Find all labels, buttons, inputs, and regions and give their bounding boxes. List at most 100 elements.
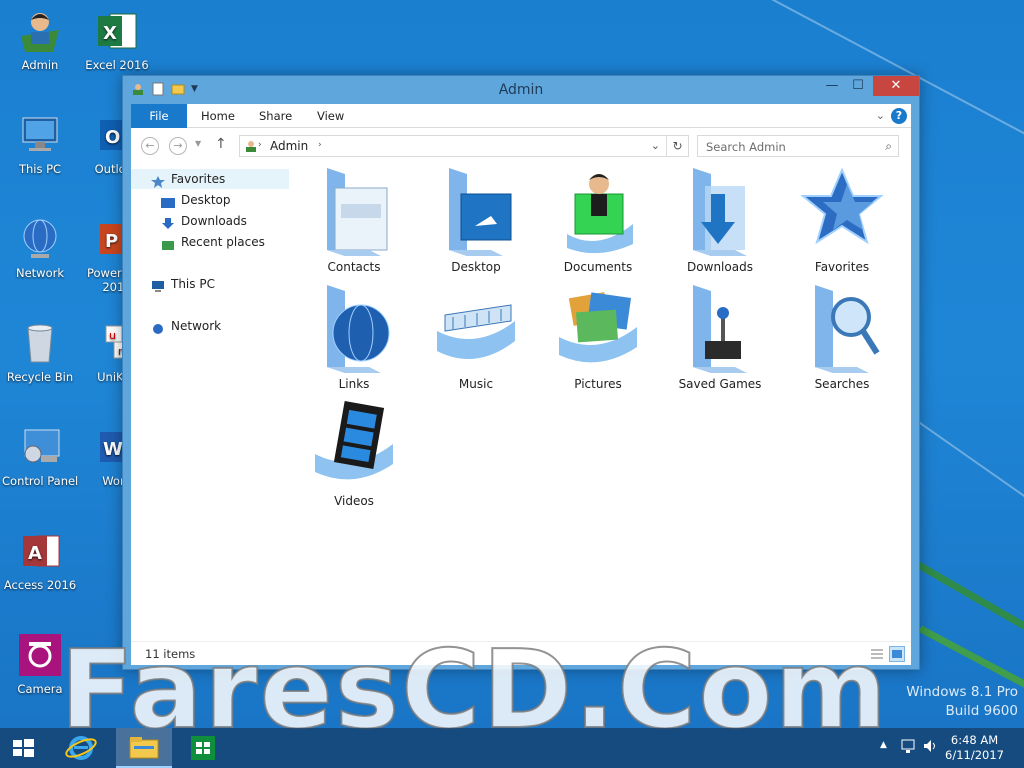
downloads-folder-icon [675, 164, 765, 258]
desktop-icon-network[interactable]: Network [2, 216, 78, 280]
taskbar: ▲ 6:48 AM 6/11/2017 [0, 728, 1024, 768]
tab-file[interactable]: File [131, 104, 187, 128]
folder-documents[interactable]: Documents [543, 164, 653, 274]
network-globe-icon [17, 216, 63, 262]
svg-text:W: W [103, 439, 123, 460]
nav-item-desktop[interactable]: Desktop [161, 190, 231, 210]
music-keyboard-icon [431, 281, 521, 375]
back-button[interactable]: ← [141, 137, 159, 155]
tab-share[interactable]: Share [259, 104, 292, 128]
search-input[interactable]: Search Admin ⌕ [697, 135, 899, 157]
chevron-right-icon[interactable]: › [318, 140, 322, 150]
internet-explorer-icon [65, 736, 97, 760]
folder-contacts[interactable]: Contacts [299, 164, 409, 274]
store-button[interactable] [180, 728, 226, 768]
nav-item-network[interactable]: Network [151, 316, 221, 336]
maximize-button[interactable]: ☐ [845, 76, 871, 96]
file-explorer-icon [129, 737, 159, 759]
os-version: Windows 8.1 Pro Build 9600 [906, 684, 1018, 719]
computer-icon [17, 112, 63, 158]
tab-view[interactable]: View [317, 104, 344, 128]
excel-icon: X [94, 8, 140, 54]
tab-home[interactable]: Home [201, 104, 235, 128]
svg-text:u: u [109, 329, 116, 342]
system-tray: ▲ 6:48 AM 6/11/2017 [864, 728, 1024, 768]
favorites-star-icon [797, 164, 887, 258]
folder-searches[interactable]: Searches [787, 281, 897, 391]
folder-pictures[interactable]: Pictures [543, 281, 653, 391]
desktop-icon [161, 195, 175, 208]
navigation-bar: ← → ▼ ↑ › Admin › ⌄ ↻ Search Admin ⌕ [131, 128, 911, 164]
documents-folder-icon [553, 164, 643, 258]
nav-item-downloads[interactable]: Downloads [161, 211, 247, 231]
title-bar[interactable]: ▼ Admin — ☐ ✕ [123, 76, 919, 104]
network-icon [151, 321, 165, 334]
up-button[interactable]: ↑ [215, 136, 227, 152]
search-icon[interactable]: ⌕ [885, 139, 892, 154]
folder-desktop[interactable]: Desktop [421, 164, 531, 274]
desktop-icon-recycle-bin[interactable]: Recycle Bin [2, 320, 78, 384]
nav-item-this-pc[interactable]: This PC [151, 274, 215, 294]
svg-text:X: X [103, 23, 117, 44]
explorer-window: ▼ Admin — ☐ ✕ File Home Share View ⌄ ? ←… [122, 75, 920, 670]
download-icon [161, 216, 175, 229]
content-area: Favorites Desktop Downloads Recent place… [131, 164, 911, 641]
address-dropdown-icon[interactable]: ⌄ [651, 139, 660, 152]
expand-ribbon-icon[interactable]: ⌄ [876, 109, 885, 122]
folder-saved-games[interactable]: Saved Games [665, 281, 775, 391]
computer-icon [151, 279, 165, 292]
star-icon [151, 174, 165, 188]
pictures-icon [553, 281, 643, 375]
forward-button[interactable]: → [169, 137, 187, 155]
window-title: Admin [498, 82, 544, 98]
folder-links[interactable]: Links [299, 281, 409, 391]
close-button[interactable]: ✕ [873, 76, 919, 96]
recent-locations-icon[interactable]: ▼ [195, 139, 201, 148]
store-icon [191, 736, 215, 760]
control-panel-icon [17, 424, 63, 470]
folder-music[interactable]: Music [421, 281, 531, 391]
volume-icon[interactable] [922, 738, 938, 757]
contacts-folder-icon [309, 164, 399, 258]
breadcrumb[interactable]: Admin [270, 139, 308, 153]
large-icons-view-button[interactable] [889, 646, 905, 662]
desktop-icon-control-panel[interactable]: Control Panel [2, 424, 78, 488]
folder-downloads[interactable]: Downloads [665, 164, 775, 274]
file-explorer-button[interactable] [116, 728, 172, 768]
help-icon[interactable]: ? [891, 108, 907, 124]
chevron-right-icon[interactable]: › [258, 140, 262, 150]
recent-places-icon [161, 237, 175, 250]
ribbon-tabs: File Home Share View ⌄ ? [131, 104, 911, 128]
folder-favorites[interactable]: Favorites [787, 164, 897, 274]
recycle-bin-icon [17, 320, 63, 366]
navigation-pane: Favorites Desktop Downloads Recent place… [131, 164, 289, 641]
start-button[interactable] [0, 728, 46, 768]
desktop-icon-access[interactable]: A Access 2016 [2, 528, 78, 592]
videos-filmstrip-icon [309, 398, 399, 492]
folder-videos[interactable]: Videos [299, 398, 409, 508]
refresh-icon[interactable]: ↻ [666, 136, 688, 156]
internet-explorer-button[interactable] [58, 728, 104, 768]
access-icon: A [17, 528, 63, 574]
show-hidden-icons[interactable]: ▲ [880, 740, 887, 750]
search-placeholder: Search Admin [706, 140, 786, 154]
svg-text:P: P [105, 231, 118, 252]
nav-item-favorites[interactable]: Favorites [131, 169, 289, 189]
magnifier-folder-icon [797, 281, 887, 375]
svg-text:O: O [105, 127, 120, 148]
folder-grid: Contacts Desktop Documents Downloads Fav… [299, 164, 911, 641]
user-folder-icon [244, 139, 258, 153]
clock[interactable]: 6:48 AM 6/11/2017 [945, 733, 1004, 763]
svg-text:A: A [28, 543, 42, 564]
desktop-folder-icon [431, 164, 521, 258]
camera-icon [17, 632, 63, 678]
minimize-button[interactable]: — [819, 76, 845, 96]
network-tray-icon[interactable] [900, 738, 916, 757]
desktop-icon-excel[interactable]: X Excel 2016 [79, 8, 155, 72]
nav-item-recent-places[interactable]: Recent places [161, 232, 265, 252]
desktop-icon-this-pc[interactable]: This PC [2, 112, 78, 176]
desktop-icon-admin[interactable]: Admin [2, 8, 78, 72]
address-bar[interactable]: › Admin › ⌄ ↻ [239, 135, 689, 157]
user-folder-icon [17, 8, 63, 54]
links-globe-icon [309, 281, 399, 375]
